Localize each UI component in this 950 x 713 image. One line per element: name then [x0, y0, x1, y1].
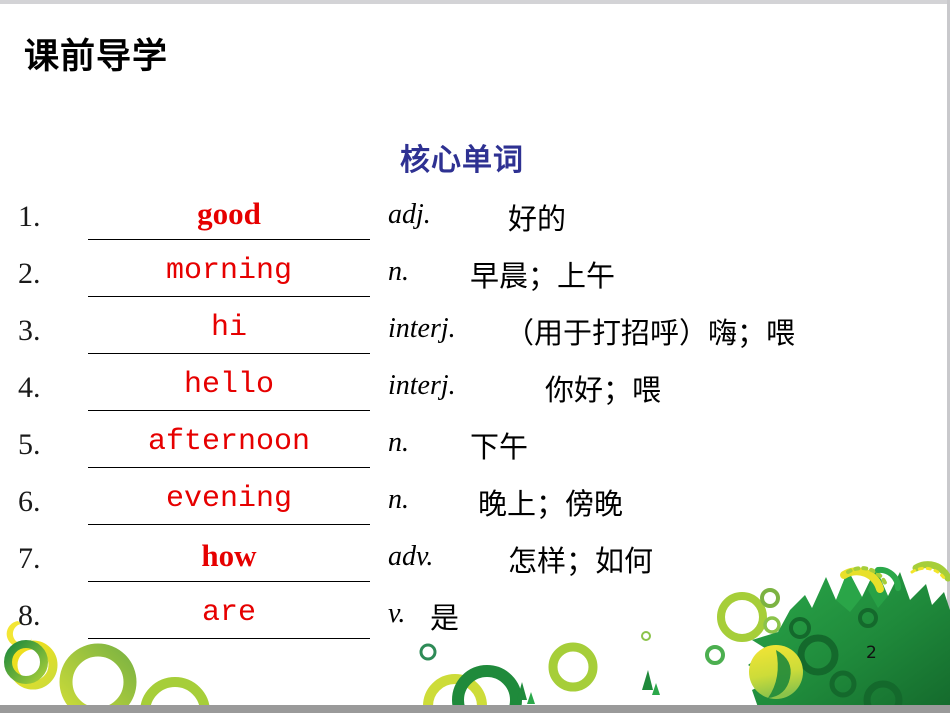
- part-of-speech: interj.: [388, 370, 456, 401]
- word-row: 7. how adv. 怎样；如何: [0, 534, 950, 591]
- part-of-speech: n.: [388, 427, 409, 458]
- page-number: 2: [866, 643, 877, 663]
- row-index: 7.: [18, 542, 41, 575]
- section-heading: 核心单词: [400, 143, 524, 178]
- row-index: 8.: [18, 599, 41, 632]
- answer-blank[interactable]: how: [88, 534, 370, 582]
- page-title: 课前导学: [24, 37, 169, 77]
- answer-blank[interactable]: good: [88, 192, 370, 240]
- word-row: 8. are v. 是: [0, 591, 950, 648]
- answer-word: morning: [165, 254, 293, 288]
- answer-word: hello: [183, 368, 274, 402]
- word-meaning: 是: [430, 601, 460, 635]
- slide-top-border: [0, 0, 950, 4]
- word-row: 1. good adj. 好的: [0, 192, 950, 249]
- answer-blank[interactable]: evening: [88, 477, 370, 525]
- part-of-speech: interj.: [388, 313, 456, 344]
- part-of-speech: adj.: [388, 199, 431, 230]
- row-index: 3.: [18, 314, 41, 347]
- row-index: 1.: [18, 200, 41, 233]
- answer-word: afternoon: [147, 425, 311, 459]
- answer-word: how: [201, 538, 257, 573]
- word-row: 4. hello interj. 你好；喂: [0, 363, 950, 420]
- word-row: 5. afternoon n. 下午: [0, 420, 950, 477]
- part-of-speech: adv.: [388, 541, 434, 572]
- part-of-speech: n.: [388, 484, 409, 515]
- answer-blank[interactable]: are: [88, 591, 370, 639]
- answer-blank[interactable]: hello: [88, 363, 370, 411]
- row-index: 2.: [18, 257, 41, 290]
- part-of-speech: v.: [388, 598, 406, 629]
- word-meaning: 早晨；上午: [470, 259, 616, 293]
- part-of-speech: n.: [388, 256, 409, 287]
- word-meaning: 晚上；傍晚: [478, 487, 624, 521]
- row-index: 6.: [18, 485, 41, 518]
- answer-blank[interactable]: afternoon: [88, 420, 370, 468]
- word-meaning: 你好；喂: [545, 373, 662, 407]
- word-list: 1. good adj. 好的 2. morning n. 早晨；上午 3. h…: [0, 192, 950, 648]
- word-meaning: 好的: [508, 202, 567, 236]
- word-meaning: 下午: [470, 430, 529, 464]
- word-row: 2. morning n. 早晨；上午: [0, 249, 950, 306]
- answer-word: hi: [210, 311, 247, 345]
- word-meaning: （用于打招呼）嗨；喂: [505, 316, 796, 350]
- word-row: 6. evening n. 晚上；傍晚: [0, 477, 950, 534]
- slide-bottom-border: [0, 705, 950, 713]
- answer-word: evening: [165, 482, 293, 516]
- row-index: 5.: [18, 428, 41, 461]
- answer-blank[interactable]: morning: [88, 249, 370, 297]
- word-meaning: 怎样；如何: [508, 544, 654, 578]
- row-index: 4.: [18, 371, 41, 404]
- answer-word: are: [201, 596, 256, 630]
- word-row: 3. hi interj. （用于打招呼）嗨；喂: [0, 306, 950, 363]
- answer-blank[interactable]: hi: [88, 306, 370, 354]
- slide-canvas: 课前导学 核心单词 1. good adj. 好的 2. morning n. …: [0, 0, 950, 713]
- answer-word: good: [197, 196, 261, 231]
